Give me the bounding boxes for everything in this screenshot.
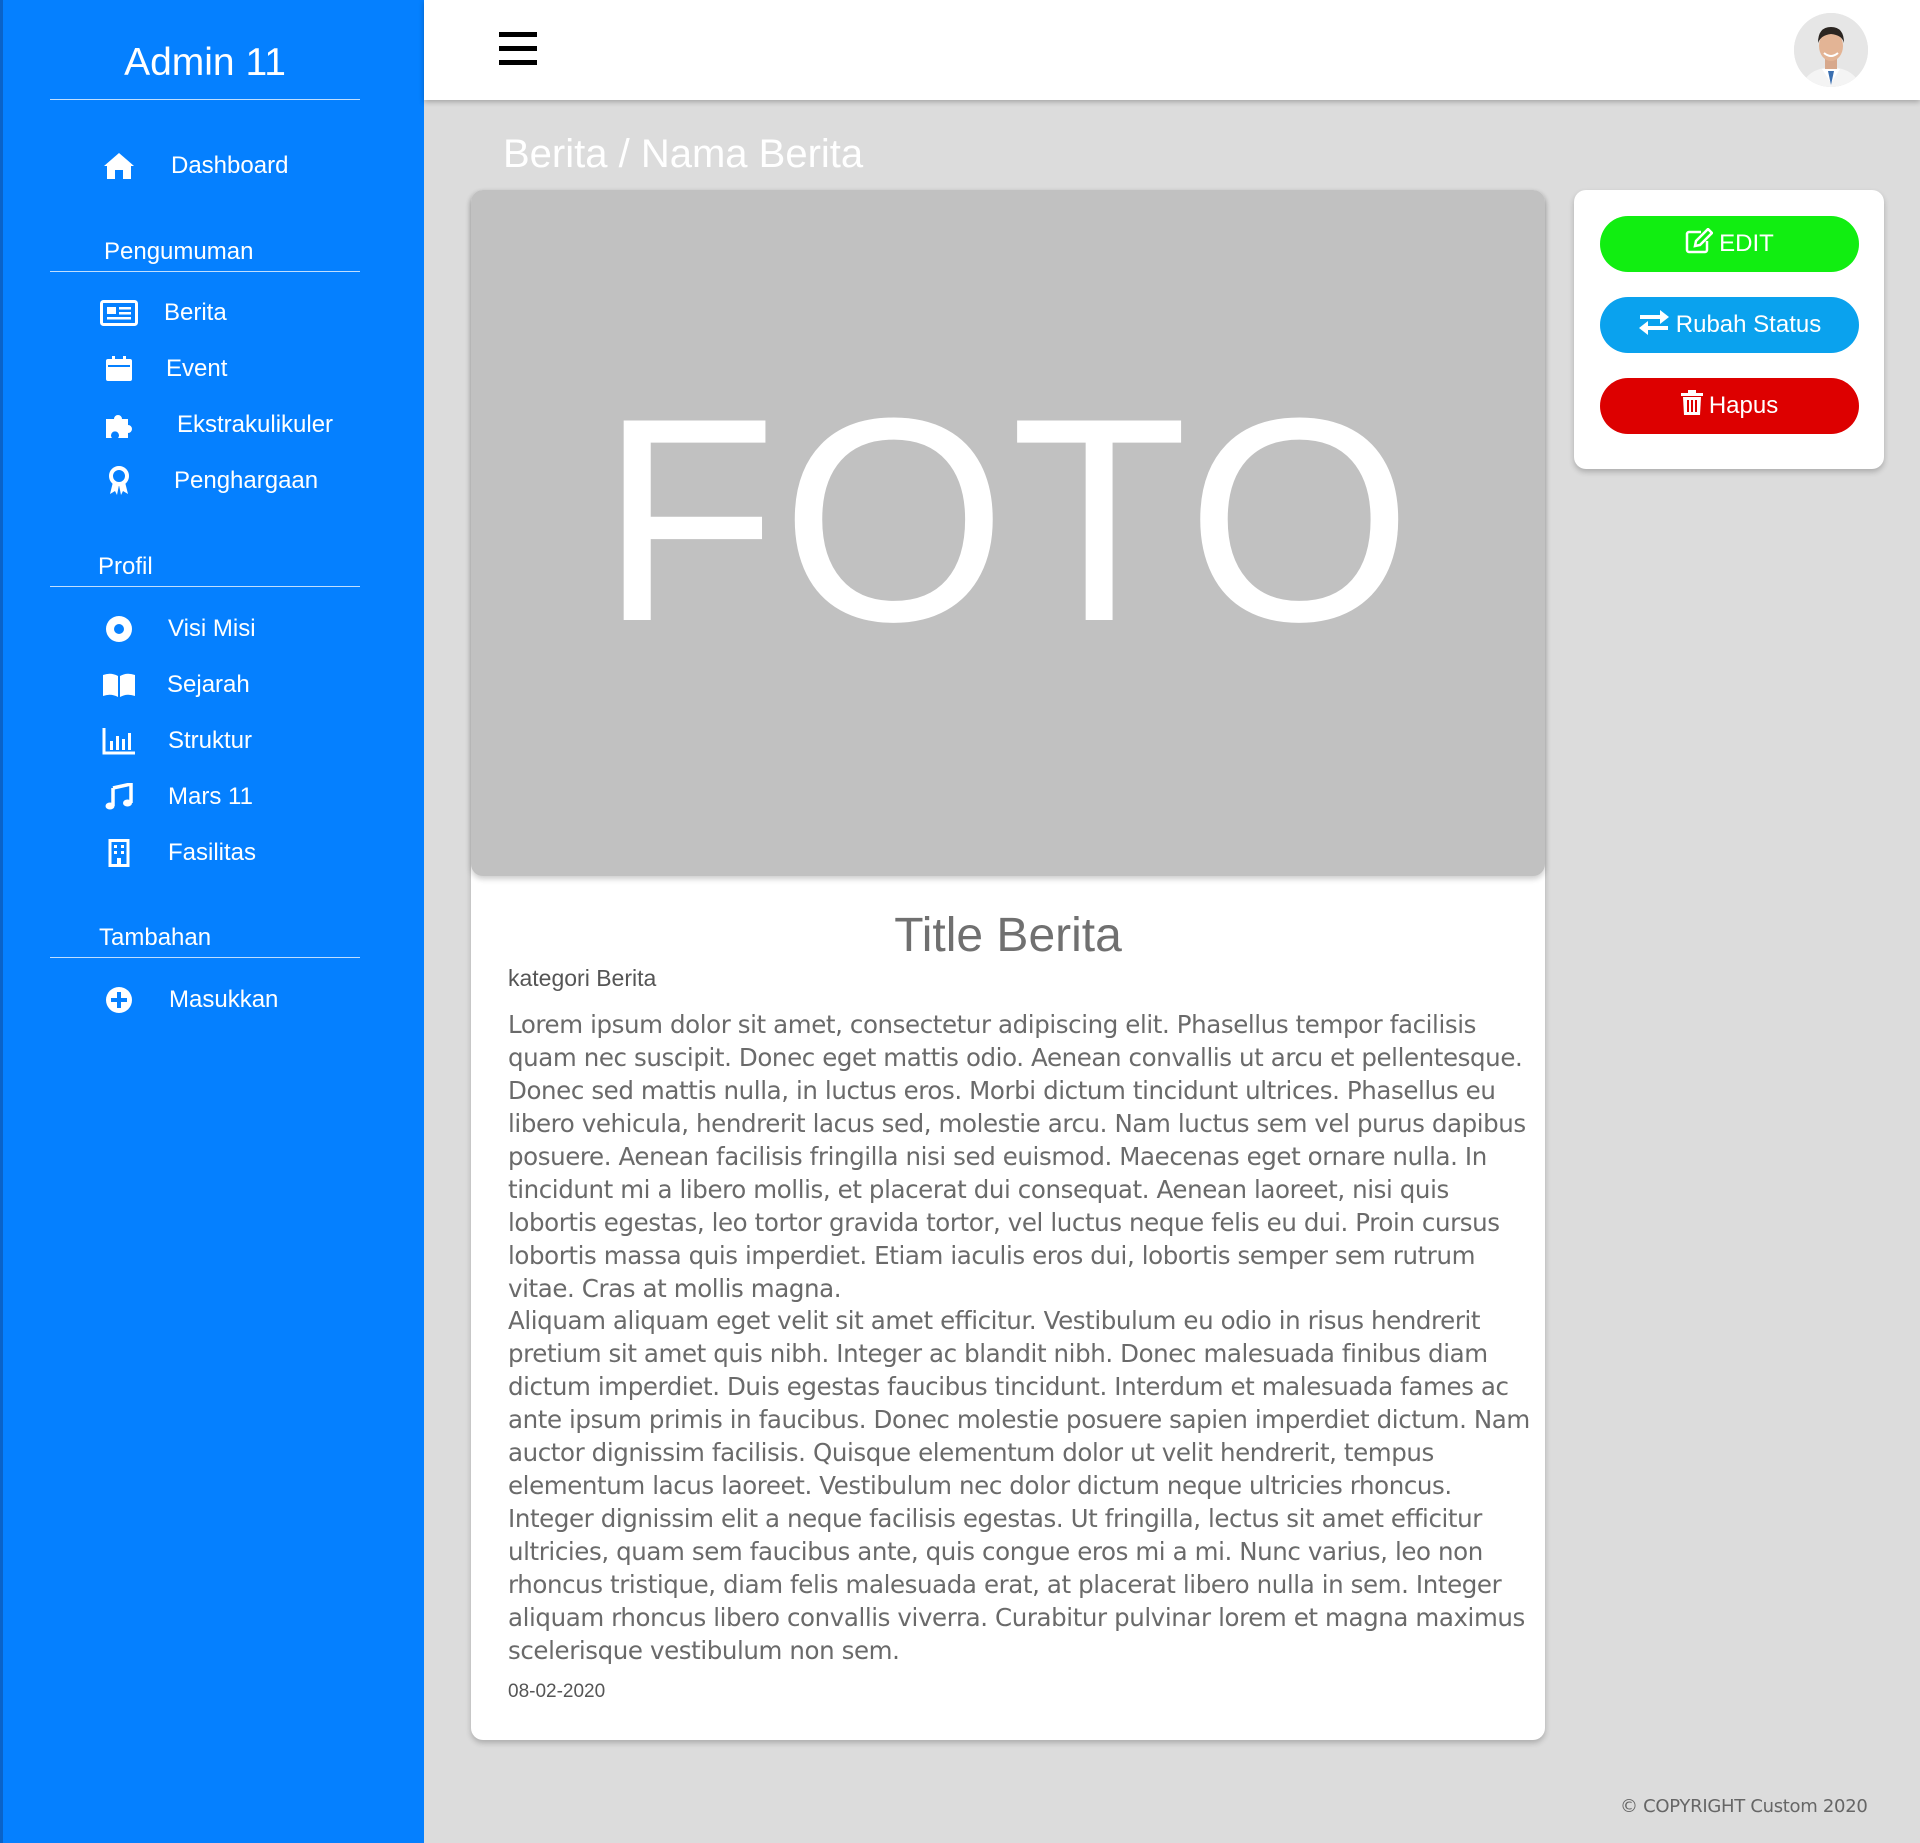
sidebar-item-label: Dashboard bbox=[171, 152, 289, 179]
brand-divider bbox=[50, 99, 360, 100]
section-divider bbox=[50, 586, 360, 587]
newspaper-icon bbox=[99, 293, 139, 333]
trash-icon bbox=[1680, 389, 1703, 423]
sidebar-item-masukkan[interactable]: Masukkan bbox=[3, 975, 427, 1025]
sidebar-item-sejarah[interactable]: Sejarah bbox=[3, 660, 427, 710]
news-category: kategori Berita bbox=[508, 965, 657, 991]
news-paragraph: Aliquam aliquam eget velit sit amet effi… bbox=[508, 1306, 1530, 1665]
edit-button[interactable]: EDIT bbox=[1600, 216, 1859, 272]
news-date: 08-02-2020 bbox=[508, 1681, 606, 1702]
section-divider bbox=[50, 957, 360, 958]
building-icon bbox=[99, 833, 139, 873]
sidebar-item-label: Ekstrakulikuler bbox=[177, 411, 334, 438]
change-status-button[interactable]: Rubah Status bbox=[1600, 297, 1859, 353]
user-avatar[interactable] bbox=[1794, 13, 1868, 87]
sidebar-item-label: Sejarah bbox=[167, 671, 250, 698]
sidebar-item-label: Masukkan bbox=[169, 986, 279, 1013]
delete-button-label: Hapus bbox=[1708, 392, 1779, 419]
hamburger-icon[interactable] bbox=[499, 32, 537, 66]
sidebar-item-label: Mars 11 bbox=[168, 783, 253, 810]
breadcrumb: Berita / Nama Berita bbox=[503, 132, 864, 176]
change-status-label: Rubah Status bbox=[1675, 311, 1822, 338]
sidebar-item-visi-misi[interactable]: Visi Misi bbox=[3, 604, 427, 654]
sidebar-item-event[interactable]: Event bbox=[3, 344, 427, 394]
top-header bbox=[424, 0, 1920, 100]
sidebar-item-label: Visi Misi bbox=[168, 615, 256, 642]
sidebar-item-label: Struktur bbox=[168, 727, 253, 754]
sidebar-item-berita[interactable]: Berita bbox=[3, 288, 427, 338]
section-title-tambahan: Tambahan bbox=[99, 924, 212, 951]
news-paragraph: Lorem ipsum dolor sit amet, consectetur … bbox=[508, 1010, 1526, 1303]
sidebar-item-dashboard[interactable]: Dashboard bbox=[3, 141, 427, 191]
action-card: EDIT Rubah Status Hapus bbox=[1574, 190, 1884, 469]
book-open-icon bbox=[99, 665, 139, 705]
calendar-icon bbox=[99, 349, 139, 389]
sidebar-item-penghargaan[interactable]: Penghargaan bbox=[3, 456, 427, 506]
delete-button[interactable]: Hapus bbox=[1600, 378, 1859, 434]
news-title: Title Berita bbox=[894, 909, 1122, 962]
section-title-profil: Profil bbox=[98, 553, 153, 580]
sidebar-item-fasilitas[interactable]: Fasilitas bbox=[3, 828, 427, 878]
exchange-arrows-icon bbox=[1638, 309, 1670, 342]
sidebar: Admin 11 Dashboard Pengumuman Berita Eve… bbox=[0, 0, 424, 1843]
home-icon bbox=[99, 146, 139, 186]
puzzle-icon bbox=[99, 405, 139, 445]
award-icon bbox=[99, 461, 139, 501]
edit-button-label: EDIT bbox=[1719, 230, 1774, 257]
music-note-icon bbox=[99, 777, 139, 817]
sidebar-item-mars-11[interactable]: Mars 11 bbox=[3, 772, 427, 822]
sidebar-item-label: Berita bbox=[164, 299, 227, 326]
sidebar-item-label: Penghargaan bbox=[174, 467, 319, 494]
target-icon bbox=[99, 609, 139, 649]
section-divider bbox=[50, 271, 360, 272]
bar-chart-icon bbox=[99, 721, 139, 761]
news-card: FOTO Title Berita kategori Berita Lorem … bbox=[471, 190, 1545, 1740]
sidebar-item-struktur[interactable]: Struktur bbox=[3, 716, 427, 766]
sidebar-item-label: Event bbox=[166, 355, 228, 382]
brand-title: Admin 11 bbox=[124, 41, 286, 84]
edit-icon bbox=[1685, 226, 1714, 261]
photo-placeholder-text: FOTO bbox=[599, 358, 1417, 682]
sidebar-item-ekstrakulikuler[interactable]: Ekstrakulikuler bbox=[3, 400, 427, 450]
news-photo-placeholder: FOTO bbox=[471, 190, 1545, 876]
section-title-pengumuman: Pengumuman bbox=[104, 238, 254, 265]
sidebar-item-label: Fasilitas bbox=[168, 839, 257, 866]
plus-circle-icon bbox=[99, 980, 139, 1020]
footer-copyright: © COPYRIGHT Custom 2020 bbox=[1620, 1796, 1868, 1817]
